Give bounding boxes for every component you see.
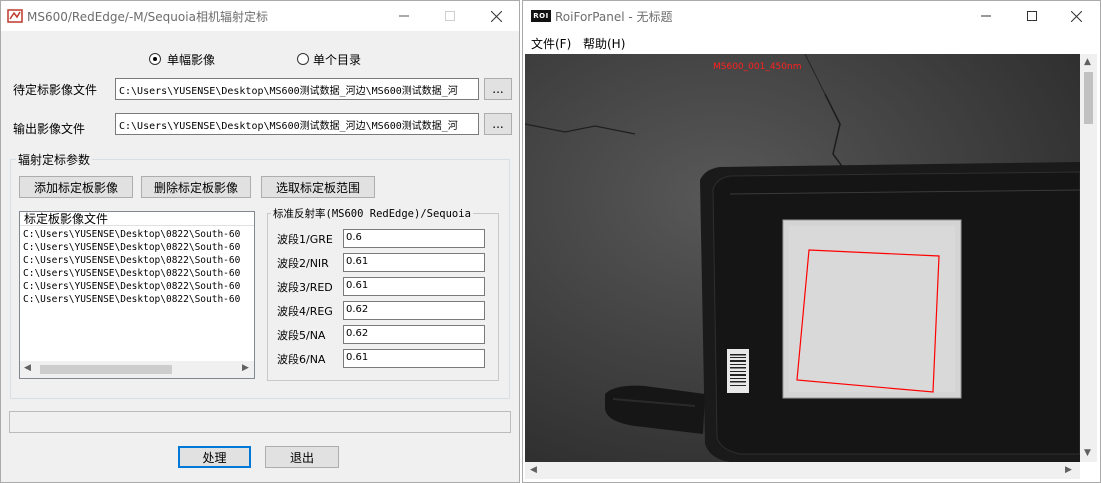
list-item[interactable]: C:\Users\YUSENSE\Desktop\0822\South-60 bbox=[23, 254, 240, 267]
right-window-title: RoiForPanel - 无标题 bbox=[555, 10, 673, 24]
band-2-input[interactable]: 0.61 bbox=[343, 253, 485, 272]
minimize-icon bbox=[399, 15, 409, 17]
band-6-input[interactable]: 0.61 bbox=[343, 349, 485, 368]
progress-bar bbox=[9, 411, 511, 433]
select-panel-range-button[interactable]: 选取标定板范围 bbox=[261, 176, 375, 198]
list-item[interactable]: C:\Users\YUSENSE\Desktop\0822\South-60 bbox=[23, 241, 240, 254]
band-6-label: 波段6/NA bbox=[277, 353, 326, 366]
delete-panel-image-button[interactable]: 删除标定板影像 bbox=[141, 176, 251, 198]
image-canvas[interactable]: MS600_001_450nm bbox=[525, 54, 1080, 462]
single-directory-radio[interactable] bbox=[297, 53, 309, 65]
band-2-label: 波段2/NIR bbox=[277, 257, 329, 270]
single-image-label: 单幅影像 bbox=[167, 53, 216, 67]
input-file-label: 待定标影像文件 bbox=[13, 83, 98, 97]
minimize-icon bbox=[981, 15, 991, 17]
band-5-input[interactable]: 0.62 bbox=[343, 325, 485, 344]
output-file-label: 输出影像文件 bbox=[13, 122, 86, 136]
roi-menu-bar: 文件(F) 帮助(H) bbox=[523, 31, 1100, 53]
roi-maximize-button[interactable] bbox=[1009, 1, 1055, 31]
roi-app-icon: ROI bbox=[531, 10, 551, 22]
list-item[interactable]: C:\Users\YUSENSE\Desktop\0822\South-60 bbox=[23, 293, 240, 306]
exit-button[interactable]: 退出 bbox=[265, 446, 339, 468]
calibration-params-title: 辐射定标参数 bbox=[16, 151, 93, 168]
vertical-scroll-thumb[interactable] bbox=[1084, 72, 1093, 124]
single-image-radio[interactable] bbox=[149, 53, 161, 65]
right-title-bar[interactable]: ROI RoiForPanel - 无标题 bbox=[523, 1, 1100, 31]
scroll-left-icon[interactable]: ◀ bbox=[530, 465, 537, 475]
maximize-icon bbox=[445, 11, 455, 21]
roi-minimize-button[interactable] bbox=[963, 1, 1009, 31]
menu-file[interactable]: 文件(F) bbox=[531, 35, 571, 52]
band-4-label: 波段4/REG bbox=[277, 305, 333, 318]
left-window-title: MS600/RedEdge/-M/Sequoia相机辐射定标 bbox=[27, 10, 268, 24]
input-file-field[interactable]: C:\Users\YUSENSE\Desktop\MS600测试数据_河边\MS… bbox=[115, 78, 479, 100]
image-band-label: MS600_001_450nm bbox=[713, 62, 802, 72]
canvas-horizontal-scrollbar[interactable]: ◀ ▶ bbox=[525, 462, 1080, 479]
minimize-button[interactable] bbox=[381, 1, 427, 31]
band-3-input[interactable]: 0.61 bbox=[343, 277, 485, 296]
reflectance-title: 标准反射率(MS600 RedEdge)/Sequoia bbox=[271, 206, 473, 221]
band-5-label: 波段5/NA bbox=[277, 329, 326, 342]
maximize-icon bbox=[1027, 11, 1037, 21]
list-horizontal-scrollbar[interactable]: ◀ ▶ bbox=[20, 361, 254, 378]
output-browse-button[interactable]: ... bbox=[484, 113, 512, 135]
band-1-input[interactable]: 0.6 bbox=[343, 229, 485, 248]
output-file-field[interactable]: C:\Users\YUSENSE\Desktop\MS600测试数据_河边\MS… bbox=[115, 113, 479, 135]
menu-help[interactable]: 帮助(H) bbox=[583, 35, 625, 52]
band-3-label: 波段3/RED bbox=[277, 281, 333, 294]
roi-panel-window: ROI RoiForPanel - 无标题 文件(F) 帮助(H) MS600_… bbox=[522, 0, 1101, 483]
list-scroll-thumb[interactable] bbox=[40, 365, 172, 374]
app-logo-icon bbox=[7, 9, 23, 26]
close-icon bbox=[1070, 10, 1082, 22]
maximize-button[interactable] bbox=[427, 1, 473, 31]
scroll-right-icon[interactable]: ▶ bbox=[1065, 465, 1072, 475]
panel-photo bbox=[525, 54, 1080, 462]
scroll-up-icon[interactable]: ▲ bbox=[1084, 57, 1091, 67]
scroll-left-icon[interactable]: ◀ bbox=[24, 363, 31, 373]
canvas-vertical-scrollbar[interactable]: ▲ ▼ bbox=[1080, 54, 1097, 462]
close-button[interactable] bbox=[473, 1, 519, 31]
calibration-window: MS600/RedEdge/-M/Sequoia相机辐射定标 单幅影像 单个目录… bbox=[0, 0, 520, 483]
process-button[interactable]: 处理 bbox=[178, 446, 251, 468]
close-icon bbox=[490, 10, 502, 22]
panel-image-list-header[interactable]: 标定板影像文件 bbox=[20, 212, 254, 226]
panel-image-list[interactable]: 标定板影像文件 C:\Users\YUSENSE\Desktop\0822\So… bbox=[19, 211, 255, 379]
list-item[interactable]: C:\Users\YUSENSE\Desktop\0822\South-60 bbox=[23, 228, 240, 241]
scroll-right-icon[interactable]: ▶ bbox=[242, 363, 249, 373]
roi-close-button[interactable] bbox=[1053, 1, 1099, 31]
list-item[interactable]: C:\Users\YUSENSE\Desktop\0822\South-60 bbox=[23, 280, 240, 293]
input-browse-button[interactable]: ... bbox=[484, 78, 512, 100]
left-title-bar[interactable]: MS600/RedEdge/-M/Sequoia相机辐射定标 bbox=[1, 1, 519, 31]
scroll-down-icon[interactable]: ▼ bbox=[1084, 448, 1091, 458]
add-panel-image-button[interactable]: 添加标定板影像 bbox=[19, 176, 133, 198]
band-1-label: 波段1/GRE bbox=[277, 233, 333, 246]
single-directory-label: 单个目录 bbox=[313, 53, 362, 67]
band-4-input[interactable]: 0.62 bbox=[343, 301, 485, 320]
list-item[interactable]: C:\Users\YUSENSE\Desktop\0822\South-60 bbox=[23, 267, 240, 280]
